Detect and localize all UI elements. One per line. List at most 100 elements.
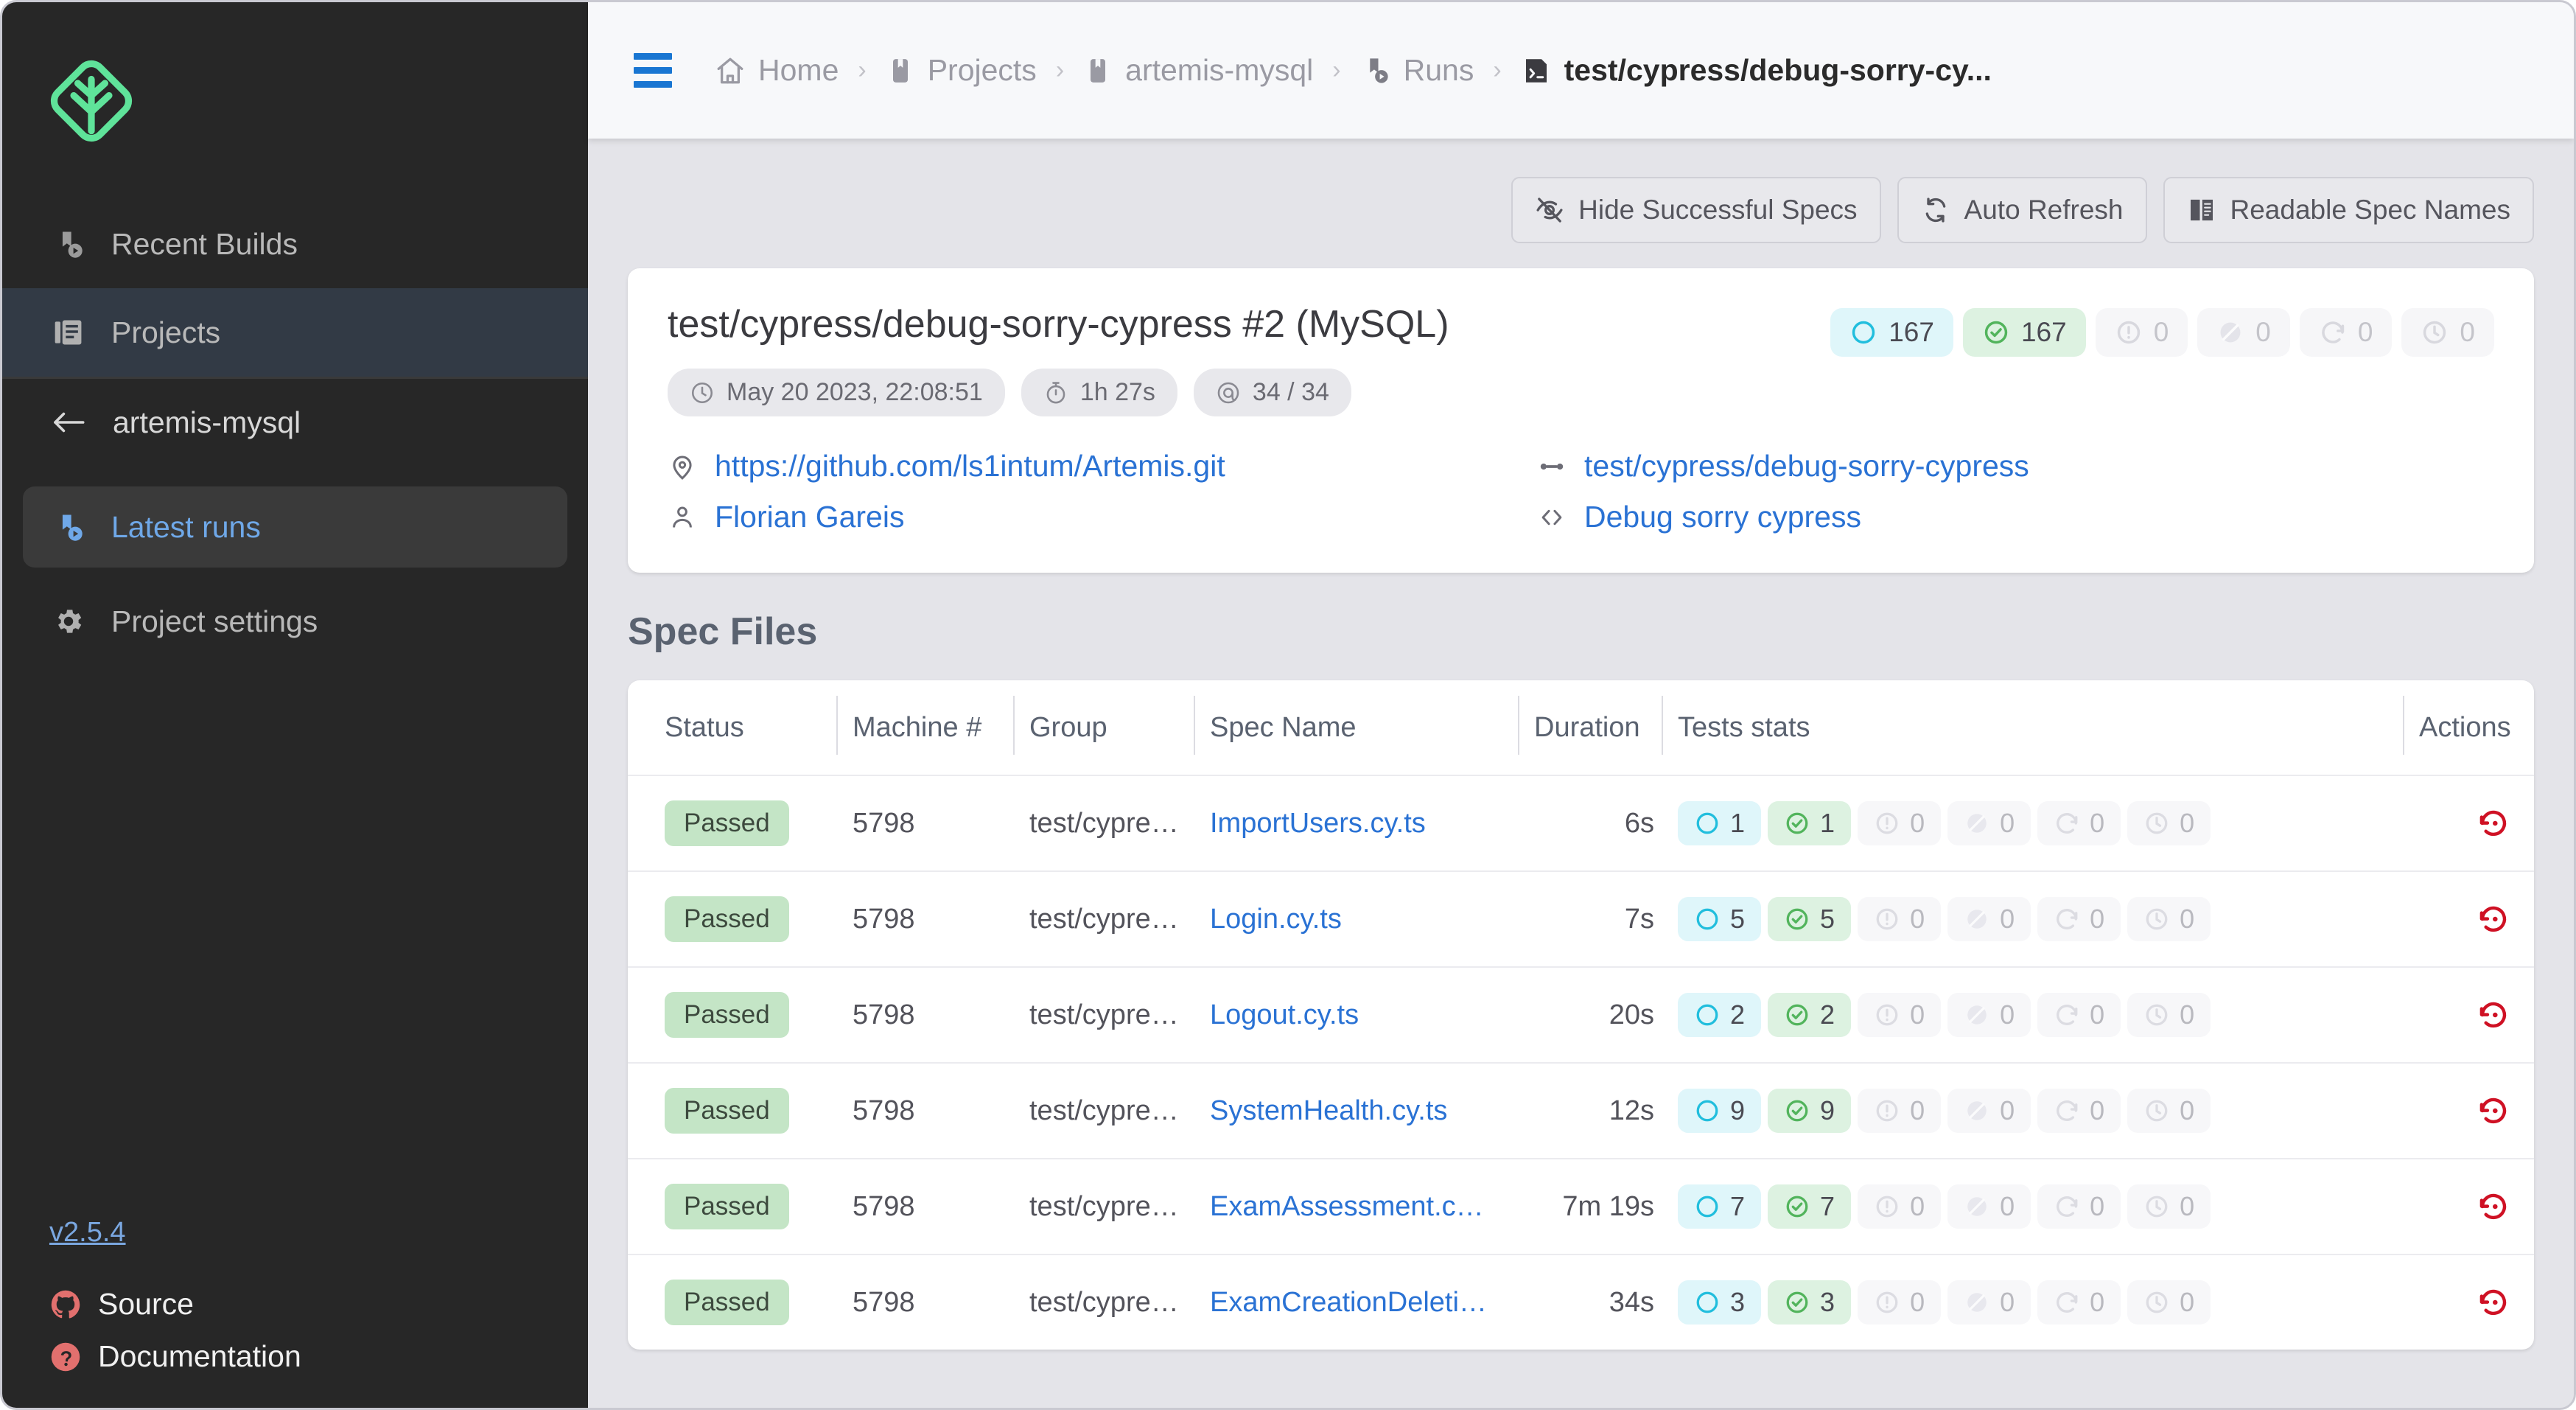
- hamburger-icon[interactable]: [628, 47, 678, 94]
- table-row[interactable]: Passed 5798 test/cypre… ImportUsers.cy.ts 6s…: [628, 775, 2534, 870]
- run-link-label[interactable]: https://github.com/ls1intum/Artemis.git: [715, 449, 1225, 484]
- sidebar-item-recent-builds[interactable]: Recent Builds: [2, 200, 588, 288]
- table-row[interactable]: Passed 5798 test/cypre… ExamAssessment.c… 7m…: [628, 1158, 2534, 1254]
- hide-successful-specs-button[interactable]: Hide Successful Specs: [1511, 177, 1881, 243]
- breadcrumb-item-runs[interactable]: Runs: [1344, 53, 1491, 88]
- spec-stat-value: 3: [1730, 1287, 1746, 1317]
- run-meta-label: May 20 2023, 22:08:51: [727, 378, 983, 406]
- spec-name-link[interactable]: ExamAssessment.c…: [1210, 1191, 1484, 1222]
- run-stat-value: 167: [2020, 317, 2067, 347]
- spec-name-link[interactable]: SystemHealth.cy.ts: [1210, 1095, 1447, 1126]
- run-meta-date: May 20 2023, 22:08:51: [668, 369, 1005, 416]
- run-link-commit-message[interactable]: Debug sorry cypress: [1537, 500, 2494, 534]
- column-header-group[interactable]: Group: [1013, 695, 1194, 755]
- cell-status: Passed: [648, 1184, 836, 1229]
- sidebar-back-to-project[interactable]: artemis-mysql: [2, 379, 588, 466]
- spec-name-link[interactable]: Login.cy.ts: [1210, 904, 1342, 935]
- spec-name-link[interactable]: ImportUsers.cy.ts: [1210, 808, 1426, 839]
- cell-duration: 7s: [1624, 903, 1654, 935]
- run-link-label[interactable]: test/cypress/debug-sorry-cypress: [1584, 449, 2029, 484]
- circle-icon: [1694, 810, 1721, 837]
- page-title: Spec Files: [628, 610, 818, 653]
- run-link-label[interactable]: Florian Gareis: [715, 500, 904, 534]
- column-header-actions[interactable]: Actions: [2403, 695, 2513, 755]
- spec-stat-clock-circle: 0: [2127, 1280, 2211, 1325]
- cell-actions: [2403, 1094, 2513, 1128]
- spec-stat-alert-circle: 0: [1858, 801, 1942, 845]
- sorry-cypress-logo[interactable]: [48, 57, 135, 144]
- replay-icon[interactable]: [2477, 1190, 2510, 1224]
- cell-actions: [2403, 902, 2513, 936]
- spec-stat-value: 0: [2090, 1287, 2105, 1317]
- breadcrumb-item-projects[interactable]: Projects: [869, 53, 1053, 88]
- replay-icon[interactable]: [2477, 998, 2510, 1032]
- skip-circle-icon: [1964, 1193, 1990, 1220]
- breadcrumb-label: artemis-mysql: [1125, 53, 1314, 87]
- gear-icon: [51, 605, 86, 638]
- sidebar-item-latest-runs[interactable]: Latest runs: [23, 486, 567, 568]
- column-header-spec-name[interactable]: Spec Name: [1194, 695, 1518, 755]
- cell-spec-name: ExamAssessment.c…: [1194, 1191, 1518, 1223]
- spec-icon: [1521, 55, 1552, 86]
- sidebar-item-projects[interactable]: Projects: [2, 288, 588, 377]
- run-stat-skipped: 0: [2197, 308, 2290, 357]
- status-badge: Passed: [665, 800, 789, 846]
- auto-refresh-button[interactable]: Auto Refresh: [1897, 177, 2147, 243]
- table-row[interactable]: Passed 5798 test/cypre… ExamCreationDeleti……: [628, 1254, 2534, 1350]
- spec-stat-value: 0: [2090, 1095, 2105, 1125]
- column-header-duration[interactable]: Duration: [1518, 695, 1662, 755]
- spec-stat-value: 0: [2180, 1191, 2195, 1221]
- replay-icon[interactable]: [2477, 806, 2510, 840]
- source-link[interactable]: Source: [49, 1287, 588, 1322]
- breadcrumb-item-home[interactable]: Home: [699, 53, 855, 88]
- circle-icon: [1694, 1289, 1721, 1316]
- retry-circle-icon: [2054, 1289, 2080, 1316]
- cell-spec-name: ImportUsers.cy.ts: [1194, 808, 1518, 840]
- replay-icon[interactable]: [2477, 1285, 2510, 1319]
- spec-stat-retry-circle: 0: [2037, 801, 2121, 845]
- documentation-link[interactable]: Documentation: [49, 1339, 588, 1374]
- version-link[interactable]: v2.5.4: [49, 1217, 126, 1249]
- clock-icon: [690, 380, 715, 405]
- spec-stat-value: 1: [1730, 808, 1746, 838]
- spec-stat-value: 5: [1820, 904, 1835, 934]
- column-header-tests-stats[interactable]: Tests stats: [1662, 695, 2403, 755]
- spec-stat-value: 0: [1910, 904, 1925, 934]
- run-link-repository[interactable]: https://github.com/ls1intum/Artemis.git: [668, 449, 1537, 484]
- column-header-machine[interactable]: Machine #: [836, 695, 1013, 755]
- builds-icon: [51, 228, 86, 260]
- replay-icon[interactable]: [2477, 902, 2510, 936]
- spec-name-link[interactable]: Logout.cy.ts: [1210, 999, 1359, 1030]
- spec-stat-skip-circle: 0: [1947, 801, 2031, 845]
- cell-tests-stats: 9 9 0 0 0 0: [1662, 1089, 2403, 1133]
- clock-circle-icon: [2143, 1289, 2170, 1316]
- run-link-label[interactable]: Debug sorry cypress: [1584, 500, 1861, 534]
- breadcrumb-label: Home: [758, 53, 839, 87]
- cell-status: Passed: [648, 992, 836, 1038]
- skip-circle-icon: [1964, 1002, 1990, 1028]
- run-meta-row: May 20 2023, 22:08:51 1h 27s 34 / 34: [668, 369, 1449, 416]
- breadcrumb-item-current-spec[interactable]: test/cypress/debug-sorry-cy...: [1505, 53, 2008, 88]
- replay-icon[interactable]: [2477, 1094, 2510, 1128]
- run-link-author[interactable]: Florian Gareis: [668, 500, 1537, 534]
- table-row[interactable]: Passed 5798 test/cypre… Logout.cy.ts 20s 2 2 0 0…: [628, 966, 2534, 1062]
- run-stat-retries: 0: [2299, 308, 2393, 357]
- cell-duration: 12s: [1609, 1095, 1654, 1126]
- readable-spec-names-button[interactable]: Readable Spec Names: [2163, 177, 2534, 243]
- topbar: Home › Projects › artemis-mysql › Runs ›…: [588, 2, 2574, 139]
- skip-circle-icon: [1964, 810, 1990, 837]
- alert-circle-icon: [1874, 1193, 1900, 1220]
- spec-stat-retry-circle: 0: [2037, 897, 2121, 941]
- sidebar-item-project-settings[interactable]: Project settings: [23, 581, 567, 662]
- check-circle-icon: [1784, 1289, 1810, 1316]
- table-row[interactable]: Passed 5798 test/cypre… Login.cy.ts 7s 5 5 0 0 0 0: [628, 870, 2534, 966]
- spec-stat-circle: 9: [1678, 1089, 1762, 1133]
- table-header-row: Status Machine # Group Spec Name Duratio…: [628, 680, 2534, 775]
- spec-name-link[interactable]: ExamCreationDeleti…: [1210, 1287, 1487, 1318]
- retry-circle-icon: [2054, 810, 2080, 837]
- spec-stat-value: 0: [2180, 1287, 2195, 1317]
- column-header-status[interactable]: Status: [648, 712, 836, 744]
- table-row[interactable]: Passed 5798 test/cypre… SystemHealth.cy.ts 1…: [628, 1062, 2534, 1158]
- run-link-branch[interactable]: test/cypress/debug-sorry-cypress: [1537, 449, 2494, 484]
- breadcrumb-item-artemis-mysql[interactable]: artemis-mysql: [1067, 53, 1329, 88]
